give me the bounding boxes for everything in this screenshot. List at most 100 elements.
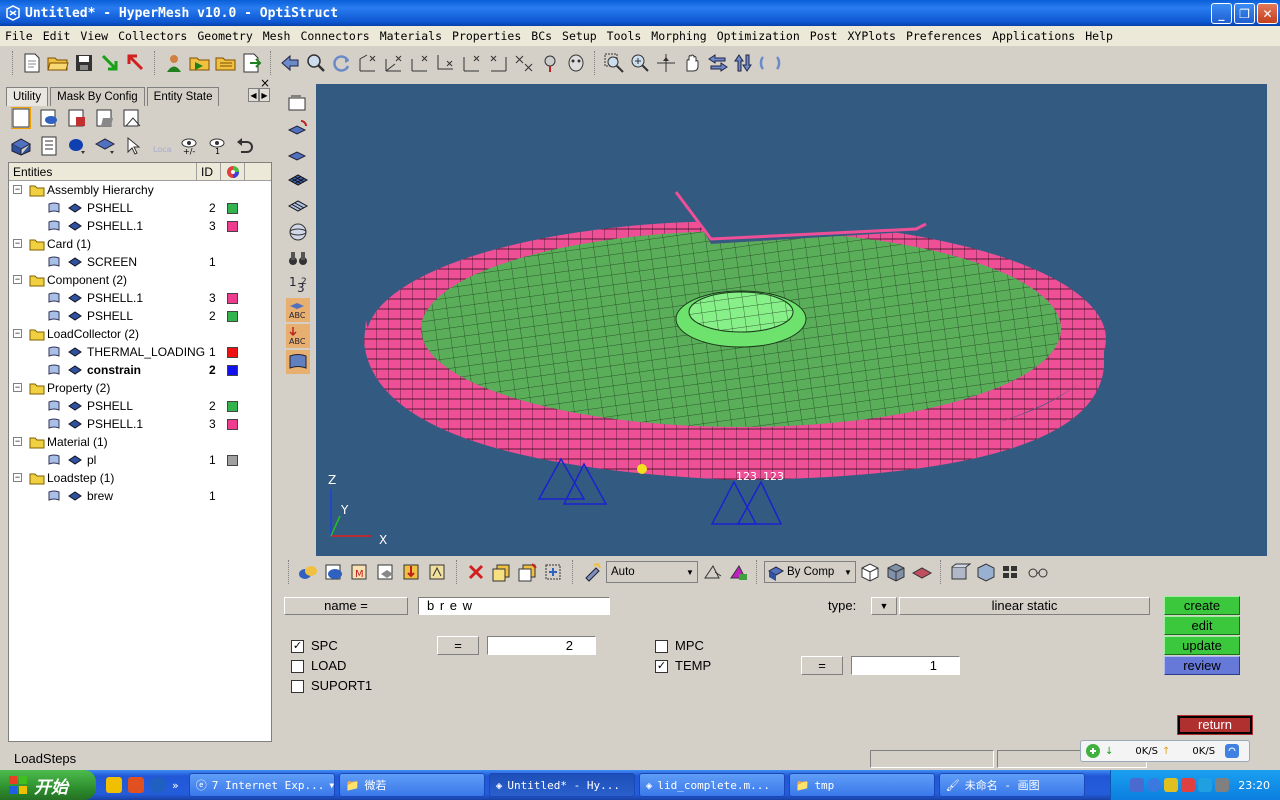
- quicklaunch-app-icon[interactable]: [106, 777, 122, 793]
- update-button[interactable]: update: [1164, 636, 1240, 655]
- visibility-icon[interactable]: [47, 345, 63, 359]
- tree-item-row[interactable]: THERMAL_LOADING 1: [9, 343, 271, 361]
- taskbar-model-button[interactable]: ◈ lid_complete.m...: [638, 773, 785, 797]
- visibility-icon[interactable]: [47, 399, 63, 413]
- show-hide-eye-icon[interactable]: +/-: [176, 134, 202, 158]
- export-model-icon[interactable]: [240, 51, 264, 75]
- tray-network-icon[interactable]: [1198, 778, 1213, 792]
- flip-horizontal-icon[interactable]: [706, 51, 730, 75]
- tree-item-row[interactable]: pl 1: [9, 451, 271, 469]
- menu-help[interactable]: Help: [1080, 29, 1118, 43]
- mesh-lines-icon[interactable]: [286, 194, 310, 218]
- spc-value-input[interactable]: 2: [487, 636, 596, 655]
- clock[interactable]: 23:20: [1238, 779, 1270, 792]
- back-arrow-icon[interactable]: [278, 51, 302, 75]
- import-icon[interactable]: [98, 51, 122, 75]
- column-entities[interactable]: Entities: [9, 163, 197, 180]
- collector-icon[interactable]: [64, 106, 90, 130]
- return-button[interactable]: return: [1177, 715, 1253, 735]
- menu-properties[interactable]: Properties: [447, 29, 526, 43]
- tray-app-icon[interactable]: [1181, 778, 1196, 792]
- taskbar-paint-button[interactable]: 🖌 未命名 - 画图: [938, 773, 1085, 797]
- tab-entity-state[interactable]: Entity State: [146, 87, 220, 106]
- shade-component-icon[interactable]: [322, 560, 346, 584]
- tray-arrow-icon[interactable]: [1147, 778, 1162, 792]
- mask-elements-icon[interactable]: [286, 90, 310, 114]
- tree-group-row[interactable]: − LoadCollector (2): [9, 325, 271, 343]
- light-icon[interactable]: [580, 560, 604, 584]
- name-input[interactable]: b r e w: [418, 597, 610, 615]
- view-head-icon[interactable]: [564, 51, 588, 75]
- system-collector-icon[interactable]: [426, 560, 450, 584]
- model-canvas[interactable]: 123 123 Z Y X: [316, 84, 1267, 556]
- review-button[interactable]: review: [1164, 656, 1240, 675]
- visibility-icon[interactable]: [47, 489, 63, 503]
- temp-equals-button[interactable]: =: [801, 656, 843, 675]
- numbering-icon[interactable]: 132: [286, 272, 310, 296]
- binoculars-icon[interactable]: [286, 246, 310, 270]
- visibility-icon[interactable]: [47, 309, 63, 323]
- temp-nodes-icon[interactable]: [490, 560, 514, 584]
- collapse-icon[interactable]: −: [13, 239, 22, 248]
- view-bottom-icon[interactable]: [434, 51, 458, 75]
- tab-scroll-left-icon[interactable]: ◀: [248, 88, 259, 102]
- temp-checkbox[interactable]: ✓: [655, 660, 668, 673]
- card-icon[interactable]: [92, 106, 118, 130]
- label-abc-icon[interactable]: ABC: [286, 298, 310, 322]
- spc-checkbox[interactable]: ✓: [291, 640, 304, 653]
- glasses-icon[interactable]: [1026, 560, 1050, 584]
- tree-item-row[interactable]: constrain 2: [9, 361, 271, 379]
- view-iso2-icon[interactable]: [382, 51, 406, 75]
- delete-icon[interactable]: [464, 560, 488, 584]
- collapse-icon[interactable]: −: [13, 383, 22, 392]
- component-icon[interactable]: [36, 106, 62, 130]
- tree-item-row[interactable]: brew 1: [9, 487, 271, 505]
- renumber-icon[interactable]: [542, 560, 566, 584]
- name-label-button[interactable]: name =: [284, 597, 408, 615]
- collapse-icon[interactable]: −: [13, 437, 22, 446]
- select-arrow-icon[interactable]: [120, 134, 146, 158]
- start-button[interactable]: 开始: [0, 770, 96, 800]
- menu-xyplots[interactable]: XYPlots: [842, 29, 900, 43]
- organize-icon[interactable]: [516, 560, 540, 584]
- taskbar-hypermesh-button[interactable]: ◈ Untitled* - Hy...: [488, 773, 635, 797]
- zoom-icon[interactable]: [304, 51, 328, 75]
- wireframe-cube-icon[interactable]: [858, 560, 882, 584]
- color-swatch[interactable]: [227, 455, 238, 466]
- tree-group-row[interactable]: − Component (2): [9, 271, 271, 289]
- open-model-icon[interactable]: [188, 51, 212, 75]
- wireframe-grid-icon[interactable]: [286, 168, 310, 192]
- restore-button[interactable]: ❐: [1234, 3, 1255, 24]
- display-icon[interactable]: [8, 134, 34, 158]
- shaded-mesh-icon[interactable]: [92, 134, 118, 158]
- undo-icon[interactable]: [232, 134, 258, 158]
- visibility-icon[interactable]: [47, 255, 63, 269]
- quicklaunch-app-icon[interactable]: [128, 777, 144, 793]
- color-swatch[interactable]: [227, 311, 238, 322]
- flip-vertical-icon[interactable]: [732, 51, 756, 75]
- load-collector-icon[interactable]: [400, 560, 424, 584]
- load-checkbox[interactable]: [291, 660, 304, 673]
- open-file-icon[interactable]: [46, 51, 70, 75]
- temp-value-input[interactable]: 1: [851, 656, 960, 675]
- menu-post[interactable]: Post: [805, 29, 843, 43]
- menu-geometry[interactable]: Geometry: [192, 29, 257, 43]
- tab-scroll-right-icon[interactable]: ▶: [259, 88, 270, 102]
- clip-icon[interactable]: [700, 560, 724, 584]
- pin-icon[interactable]: [538, 51, 562, 75]
- tab-mask-by-config[interactable]: Mask By Config: [50, 87, 145, 106]
- element-types-icon[interactable]: [1000, 560, 1024, 584]
- new-file-icon[interactable]: [20, 51, 44, 75]
- mesh-shaded-icon[interactable]: [286, 142, 310, 166]
- page-icon[interactable]: [8, 106, 34, 130]
- tree-group-row[interactable]: − Loadstep (1): [9, 469, 271, 487]
- color-swatch[interactable]: [227, 347, 238, 358]
- visibility-icon[interactable]: [47, 219, 63, 233]
- isolate-eye-icon[interactable]: 1: [204, 134, 230, 158]
- quicklaunch-media-icon[interactable]: [150, 777, 166, 793]
- center-icon[interactable]: [654, 51, 678, 75]
- model-user-icon[interactable]: [162, 51, 186, 75]
- close-button[interactable]: ✕: [1257, 3, 1278, 24]
- visibility-icon[interactable]: [47, 417, 63, 431]
- menu-collectors[interactable]: Collectors: [113, 29, 192, 43]
